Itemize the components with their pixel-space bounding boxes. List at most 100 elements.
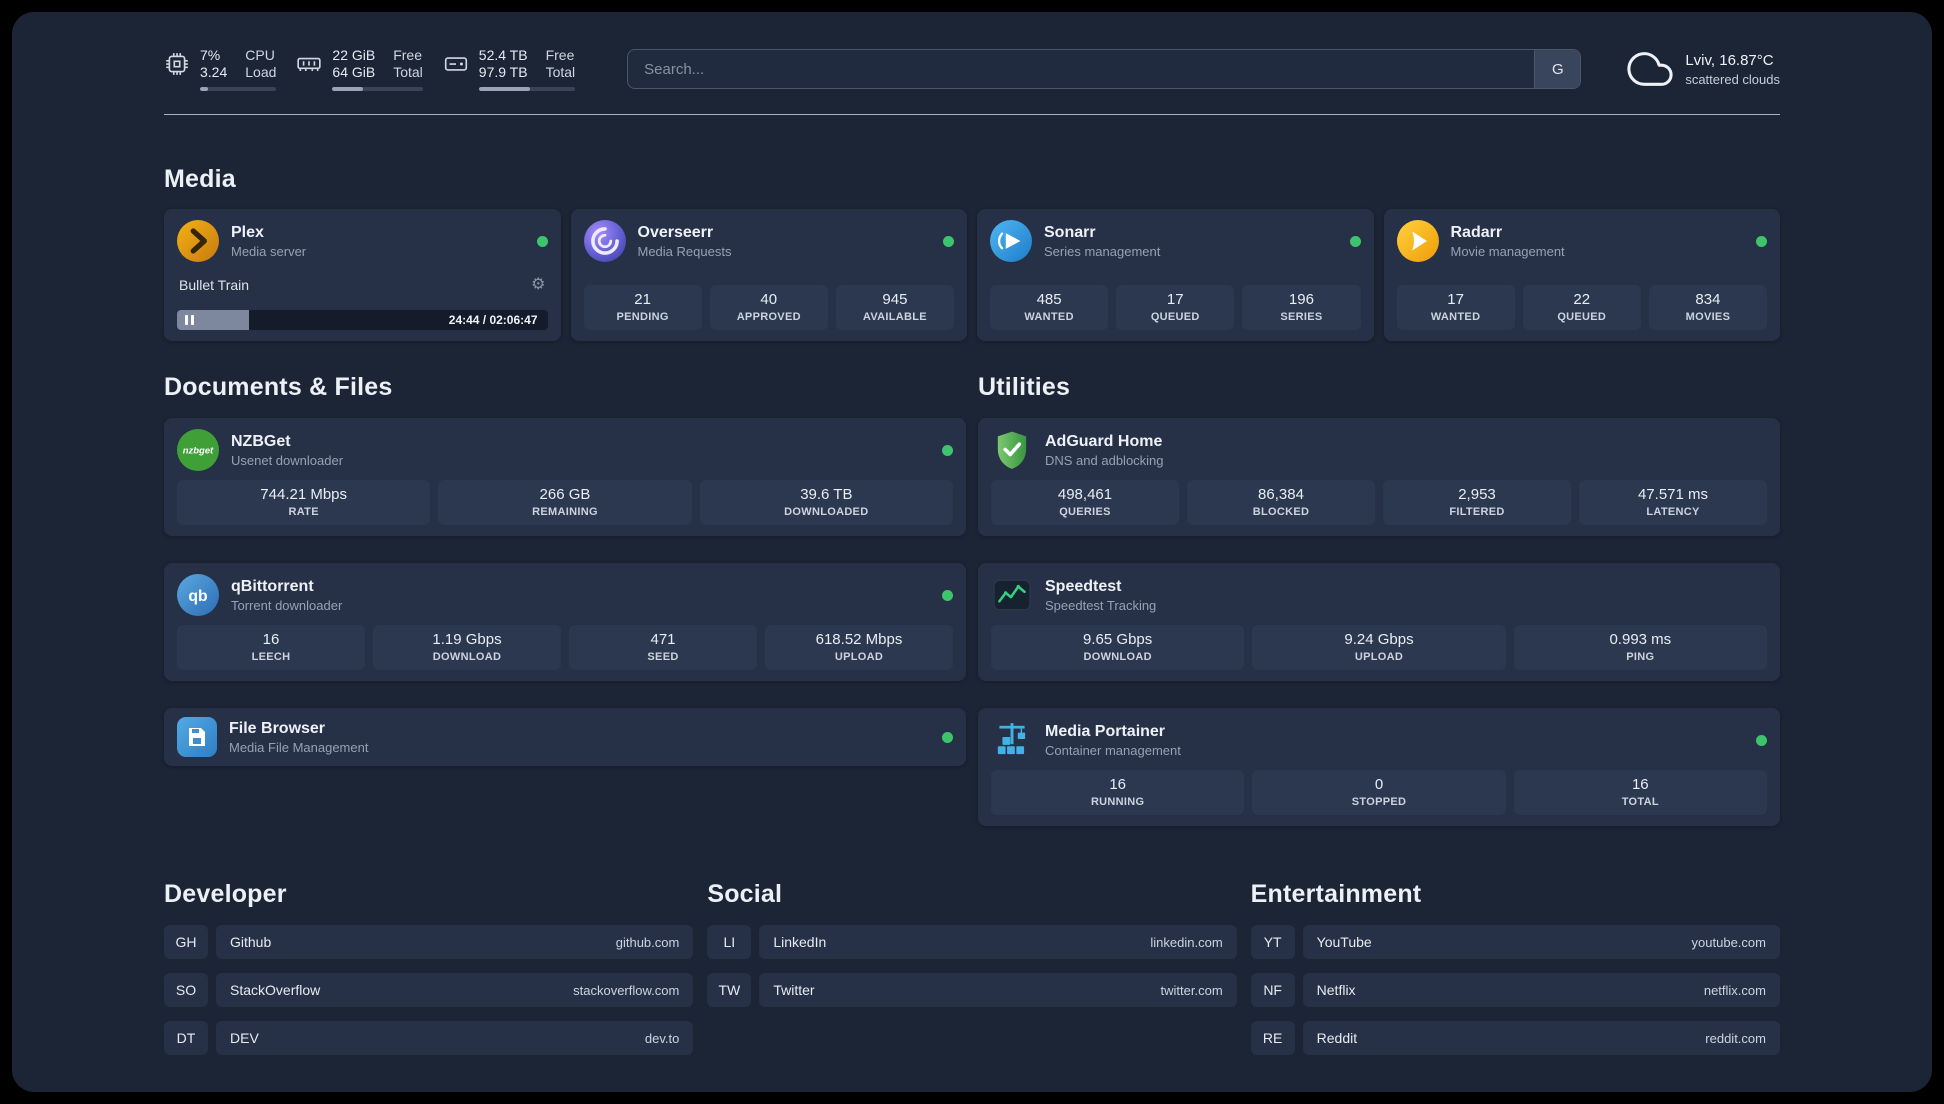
bookmark-group-developer: Developer GH Github github.com SO StackO… bbox=[164, 880, 694, 1069]
bookmark-row: LI LinkedIn linkedin.com bbox=[707, 925, 1237, 959]
stat-tile: 744.21 Mbps RATE bbox=[177, 480, 431, 525]
filebrowser-icon bbox=[177, 717, 217, 757]
app-card-radarr[interactable]: Radarr Movie management 17 WANTED 22 QUE… bbox=[1383, 209, 1780, 341]
ram-total-value: 64 GiB bbox=[332, 64, 376, 80]
app-subtitle: DNS and adblocking bbox=[1045, 452, 1164, 468]
bookmark-link-twitter[interactable]: Twitter twitter.com bbox=[759, 973, 1237, 1007]
app-name: Plex bbox=[231, 223, 264, 241]
status-dot bbox=[1756, 734, 1767, 746]
disk-free-value: 52.4 TB bbox=[478, 47, 528, 63]
status-dot bbox=[943, 235, 954, 247]
sonarr-icon bbox=[990, 220, 1032, 262]
bookmark-row: RE Reddit reddit.com bbox=[1250, 1021, 1780, 1055]
app-card-filebrowser[interactable]: File Browser Media File Management bbox=[164, 708, 966, 766]
bookmark-abbr[interactable]: YT bbox=[1250, 925, 1295, 959]
bookmark-name: LinkedIn bbox=[773, 934, 827, 950]
stat-tile: 21 PENDING bbox=[583, 285, 702, 330]
status-dot bbox=[536, 235, 548, 247]
app-name: AdGuard Home bbox=[1045, 432, 1163, 450]
player-progress-bar: 24:44 / 02:06:47 bbox=[177, 310, 548, 330]
app-card-plex[interactable]: Plex Media server Bullet Train ⚙ 24:44 /… bbox=[164, 209, 561, 341]
bookmark-link-netflix[interactable]: Netflix netflix.com bbox=[1302, 973, 1780, 1007]
stat-tile: 485 WANTED bbox=[990, 285, 1109, 330]
settings-gear-icon[interactable]: ⚙ bbox=[531, 277, 545, 293]
weather-condition: scattered clouds bbox=[1685, 71, 1780, 87]
bookmark-url: linkedin.com bbox=[1150, 934, 1223, 950]
bookmark-url: reddit.com bbox=[1705, 1030, 1766, 1046]
stat-tile: 498,461 QUERIES bbox=[991, 480, 1179, 525]
bookmark-abbr[interactable]: TW bbox=[707, 973, 752, 1007]
cpu-progress-bar bbox=[200, 87, 277, 91]
app-card-sonarr[interactable]: Sonarr Series management 485 WANTED 17 Q… bbox=[977, 209, 1374, 341]
app-subtitle: Usenet downloader bbox=[231, 452, 344, 468]
app-name: Speedtest bbox=[1045, 577, 1122, 595]
bookmark-group-entertainment: Entertainment YT YouTube youtube.com NF … bbox=[1250, 880, 1780, 1069]
bookmark-abbr[interactable]: NF bbox=[1250, 973, 1295, 1007]
stat-tile: 40 APPROVED bbox=[709, 285, 828, 330]
bookmark-row: DT DEV dev.to bbox=[164, 1021, 694, 1055]
pause-button[interactable] bbox=[185, 315, 194, 325]
bookmark-abbr[interactable]: SO bbox=[164, 973, 208, 1007]
bookmark-abbr[interactable]: GH bbox=[164, 925, 208, 959]
disk-stat-widget: 52.4 TB 97.9 TB Free Total bbox=[443, 47, 576, 91]
app-name: File Browser bbox=[229, 719, 326, 737]
app-card-overseerr[interactable]: Overseerr Media Requests 21 PENDING 40 A… bbox=[570, 209, 967, 341]
cpu-label: CPU bbox=[245, 47, 275, 63]
disk-free-label: Free bbox=[545, 47, 575, 63]
bookmark-abbr[interactable]: DT bbox=[164, 1021, 208, 1055]
disk-total-value: 97.9 TB bbox=[478, 64, 528, 80]
bookmark-abbr[interactable]: RE bbox=[1250, 1021, 1295, 1055]
stat-tile: 39.6 TB DOWNLOADED bbox=[699, 480, 953, 525]
app-subtitle: Torrent downloader bbox=[231, 597, 343, 613]
nzbget-icon: nzbget bbox=[177, 429, 219, 471]
app-name: Media Portainer bbox=[1045, 722, 1166, 740]
system-stats: 7% 3.24 CPU Load 22 GiB 64 GiB Free Tota… bbox=[164, 47, 576, 91]
app-card-qbittorrent[interactable]: qb qBittorrent Torrent downloader 16 LEE… bbox=[164, 563, 966, 681]
bookmark-abbr[interactable]: LI bbox=[707, 925, 752, 959]
section-documents: Documents & Files nzbget NZBGet Usenet d… bbox=[164, 373, 966, 826]
svg-text:qb: qb bbox=[188, 588, 207, 605]
stat-tile: 17 WANTED bbox=[1396, 285, 1515, 330]
weather-widget: Lviv, 16.87°C scattered clouds bbox=[1627, 46, 1780, 92]
documents-section-title: Documents & Files bbox=[164, 373, 393, 401]
status-dot bbox=[942, 444, 953, 456]
bookmark-link-stackoverflow[interactable]: StackOverflow stackoverflow.com bbox=[216, 973, 694, 1007]
bookmark-name: DEV bbox=[230, 1030, 259, 1046]
weather-location: Lviv, 16.87°C bbox=[1685, 51, 1774, 69]
search-engine-button[interactable]: G bbox=[1534, 50, 1581, 88]
media-section-title: Media bbox=[164, 165, 236, 193]
app-subtitle: Media server bbox=[231, 243, 307, 259]
bookmark-link-dev[interactable]: DEV dev.to bbox=[216, 1021, 694, 1055]
entertainment-section-title: Entertainment bbox=[1250, 880, 1422, 908]
bookmark-link-github[interactable]: Github github.com bbox=[216, 925, 694, 959]
bookmark-url: netflix.com bbox=[1703, 982, 1766, 998]
stat-tile: 9.65 Gbps DOWNLOAD bbox=[991, 625, 1245, 670]
app-card-portainer[interactable]: Media Portainer Container management 16 … bbox=[978, 708, 1780, 826]
bookmark-link-youtube[interactable]: YouTube youtube.com bbox=[1302, 925, 1780, 959]
stat-tile: 834 MOVIES bbox=[1648, 285, 1768, 330]
bookmark-link-reddit[interactable]: Reddit reddit.com bbox=[1302, 1021, 1780, 1055]
bookmark-url: youtube.com bbox=[1691, 934, 1766, 950]
disk-icon bbox=[444, 57, 467, 71]
status-dot bbox=[1756, 235, 1767, 247]
app-card-speedtest[interactable]: Speedtest Speedtest Tracking 9.65 Gbps D… bbox=[978, 563, 1780, 681]
ram-free-value: 22 GiB bbox=[332, 47, 376, 63]
ram-progress-bar bbox=[332, 87, 423, 91]
cpu-stat-widget: 7% 3.24 CPU Load bbox=[164, 47, 277, 91]
section-media: Media Plex Media server Bullet Train ⚙ 2… bbox=[164, 165, 1780, 341]
cpu-icon bbox=[166, 53, 188, 75]
plex-icon bbox=[177, 220, 219, 262]
app-card-adguard[interactable]: AdGuard Home DNS and adblocking 498,461 … bbox=[978, 418, 1780, 536]
bookmark-row: NF Netflix netflix.com bbox=[1250, 973, 1780, 1007]
app-subtitle: Media File Management bbox=[229, 739, 369, 755]
bookmark-name: Netflix bbox=[1316, 982, 1356, 998]
bookmark-group-social: Social LI LinkedIn linkedin.com TW Twitt… bbox=[707, 880, 1237, 1069]
stat-tile: 196 SERIES bbox=[1242, 285, 1361, 330]
svg-text:nzbget: nzbget bbox=[183, 446, 214, 457]
search-input[interactable] bbox=[628, 50, 1535, 88]
stat-tile: 16 RUNNING bbox=[991, 770, 1245, 815]
bookmark-link-linkedin[interactable]: LinkedIn linkedin.com bbox=[759, 925, 1237, 959]
app-card-nzbget[interactable]: nzbget NZBGet Usenet downloader 744.21 M… bbox=[164, 418, 966, 536]
stat-tile: 945 AVAILABLE bbox=[835, 285, 955, 330]
stat-tile: 266 GB REMAINING bbox=[438, 480, 692, 525]
